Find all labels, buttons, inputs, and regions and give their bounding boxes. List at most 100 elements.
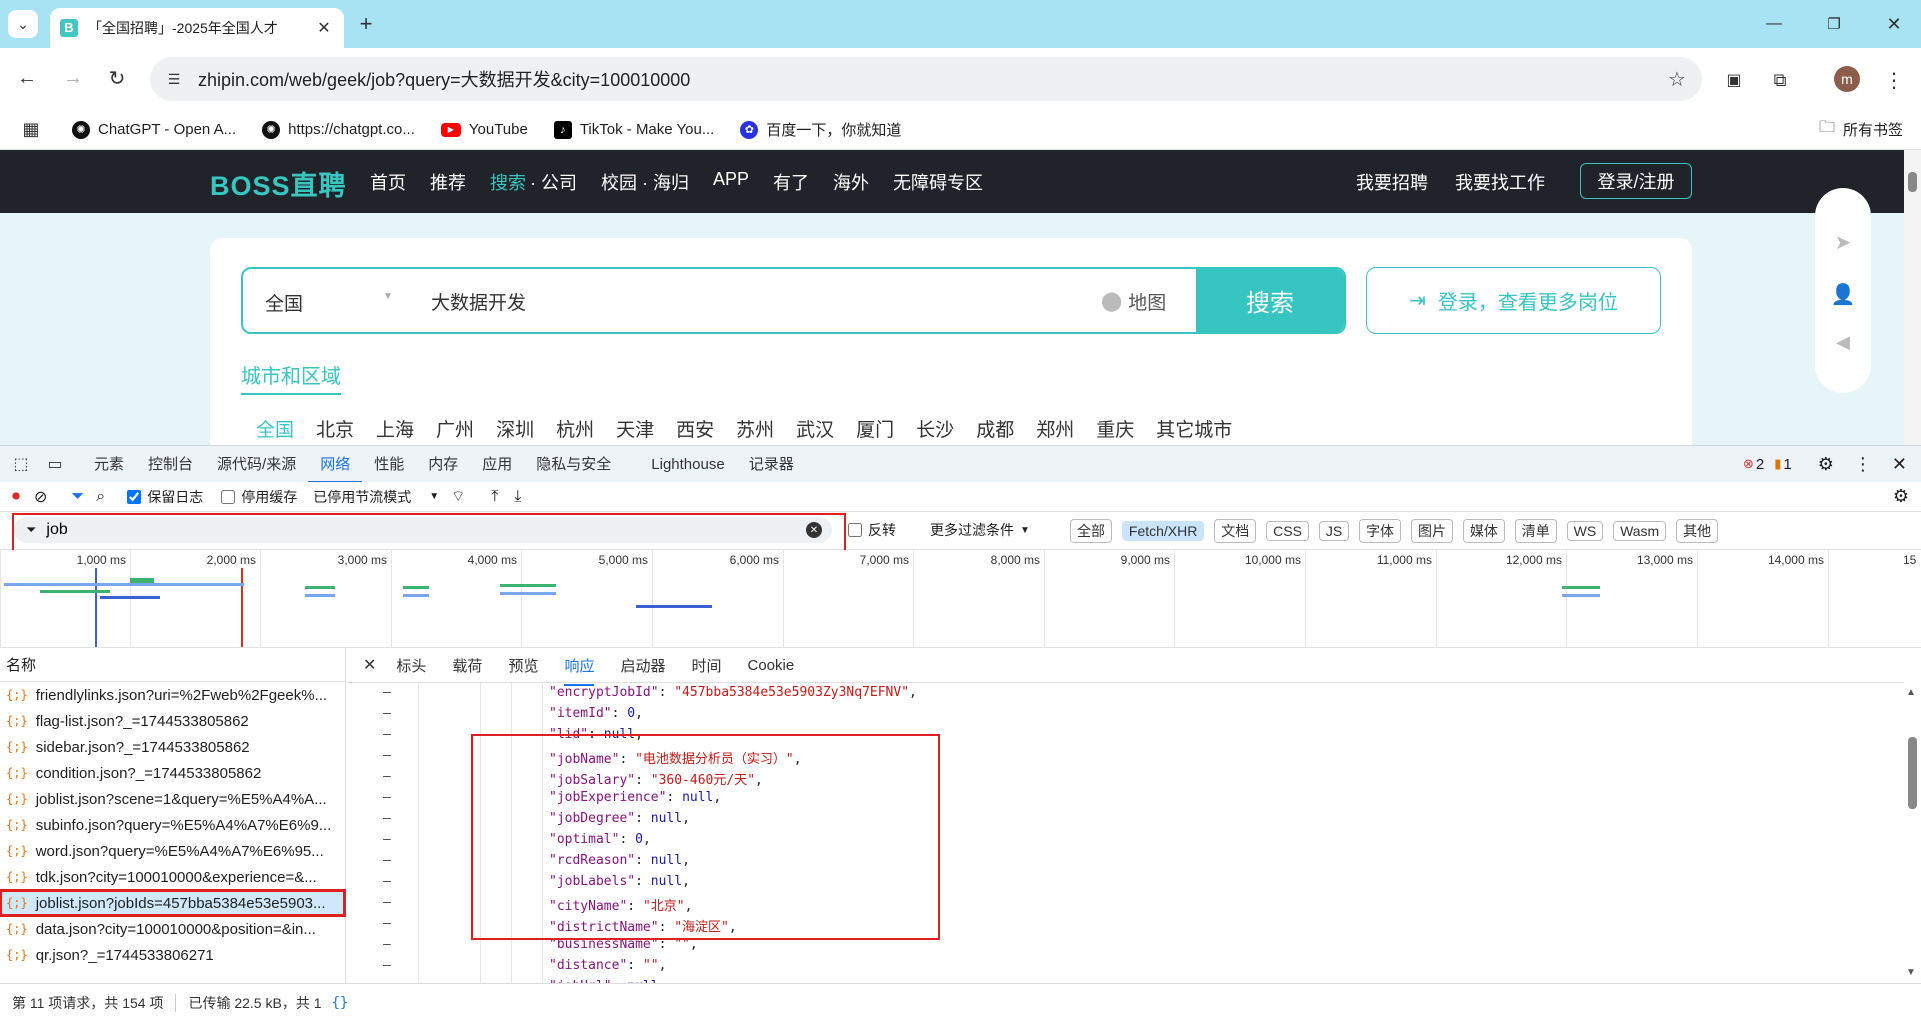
- devtools-menu-icon[interactable]: ⋮: [1854, 454, 1872, 475]
- bookmark-baidu[interactable]: ✿ 百度一下，你就知道: [740, 119, 901, 140]
- search-button[interactable]: 搜索: [1196, 269, 1344, 332]
- tab-memory[interactable]: 内存: [416, 446, 470, 483]
- type-ws[interactable]: WS: [1566, 521, 1604, 541]
- nav-accessibility[interactable]: 无障碍专区: [893, 169, 983, 195]
- import-icon[interactable]: ⤒: [491, 488, 498, 506]
- city-item[interactable]: 杭州: [556, 415, 594, 442]
- city-section-title[interactable]: 城市和区域: [241, 360, 341, 395]
- browser-tab[interactable]: B 「全国招聘」-2025年全国人才 ✕: [50, 8, 344, 48]
- type-doc[interactable]: 文档: [1214, 519, 1257, 543]
- invert-checkbox[interactable]: [848, 523, 862, 537]
- page-scrollbar[interactable]: [1904, 150, 1921, 445]
- response-scroll-thumb[interactable]: [1908, 737, 1917, 809]
- bookmark-chatgpt-url[interactable]: ✺ https://chatgpt.co...: [262, 120, 415, 139]
- scroll-down-icon[interactable]: ▼: [1906, 967, 1916, 978]
- city-item[interactable]: 上海: [376, 415, 414, 442]
- tab-payload[interactable]: 载荷: [452, 655, 482, 676]
- city-item[interactable]: 苏州: [736, 415, 774, 442]
- all-bookmarks[interactable]: 🗀 所有书签: [1819, 116, 1903, 143]
- request-row[interactable]: {;} word.json?query=%E5%A4%A7%E6%95...: [0, 838, 345, 864]
- puzzle-icon[interactable]: ⧉: [1768, 68, 1792, 92]
- user-icon[interactable]: 👤: [1831, 282, 1856, 306]
- close-detail-icon[interactable]: ✕: [363, 655, 376, 675]
- close-devtools-icon[interactable]: ✕: [1892, 454, 1907, 475]
- request-row[interactable]: {;} data.json?city=100010000&position=&in…: [0, 916, 345, 942]
- warning-count[interactable]: 1: [1783, 456, 1791, 473]
- nav-find-job[interactable]: 我要找工作: [1455, 169, 1545, 195]
- city-item[interactable]: 其它城市: [1156, 415, 1232, 442]
- tab-timing[interactable]: 时间: [691, 655, 721, 676]
- tab-lighthouse[interactable]: Lighthouse: [639, 446, 736, 483]
- scroll-up-icon[interactable]: ▲: [1906, 687, 1916, 698]
- filter-icon[interactable]: ⏷: [71, 488, 84, 506]
- forward-icon[interactable]: →: [60, 65, 86, 91]
- settings-icon[interactable]: ⚙: [1818, 454, 1834, 475]
- tab-headers[interactable]: 标头: [396, 655, 426, 676]
- city-item[interactable]: 天津: [616, 415, 654, 442]
- map-button[interactable]: ⬤ 地图: [1101, 288, 1166, 315]
- bookmark-tiktok[interactable]: ♪ TikTok - Make You...: [553, 120, 714, 139]
- more-filters-dropdown[interactable]: 更多过滤条件: [930, 520, 1014, 540]
- city-item[interactable]: 武汉: [796, 415, 834, 442]
- login-more-button[interactable]: ⇥ 登录，查看更多岗位: [1366, 267, 1661, 334]
- search-input[interactable]: [431, 281, 911, 321]
- nav-recommend[interactable]: 推荐: [430, 169, 466, 195]
- menu-icon[interactable]: ⋮: [1884, 68, 1904, 92]
- request-row[interactable]: {;} subinfo.json?query=%E5%A4%A7%E6%9...: [0, 812, 345, 838]
- city-item[interactable]: 广州: [436, 415, 474, 442]
- minimize-icon[interactable]: —: [1762, 12, 1786, 36]
- request-row[interactable]: {;} joblist.json?scene=1&query=%E5%A4%A..…: [0, 786, 345, 812]
- reload-icon[interactable]: ↻: [104, 65, 130, 91]
- request-row[interactable]: {;} condition.json?_=1744533805862: [0, 760, 345, 786]
- tab-response[interactable]: 响应: [564, 655, 595, 686]
- pretty-print-icon[interactable]: {}: [332, 995, 349, 1011]
- nav-search[interactable]: 搜索: [490, 169, 526, 195]
- city-item[interactable]: 全国: [256, 415, 294, 442]
- error-count[interactable]: 2: [1756, 456, 1764, 473]
- tab-elements[interactable]: 元素: [82, 446, 136, 483]
- city-item[interactable]: 深圳: [496, 415, 534, 442]
- request-row[interactable]: {;} qr.json?_=1744533806271: [0, 942, 345, 968]
- city-item[interactable]: 西安: [676, 415, 714, 442]
- avatar[interactable]: m: [1834, 66, 1860, 92]
- nav-home[interactable]: 首页: [370, 169, 406, 195]
- network-settings-icon[interactable]: ⚙: [1893, 486, 1909, 507]
- close-tab-icon[interactable]: ✕: [314, 18, 334, 38]
- nav-recruit[interactable]: 我要招聘: [1356, 169, 1428, 195]
- request-row[interactable]: {;} friendlylinks.json?uri=%2Fweb%2Fgeek%…: [0, 682, 345, 708]
- tab-performance[interactable]: 性能: [362, 446, 416, 483]
- response-scrollbar[interactable]: ▲ ▼: [1904, 683, 1921, 983]
- city-item[interactable]: 郑州: [1036, 415, 1074, 442]
- name-column-header[interactable]: 名称: [0, 648, 345, 682]
- nav-app[interactable]: APP: [713, 169, 749, 195]
- request-row-selected[interactable]: {;} joblist.json?jobIds=457bba5384e53e590…: [0, 889, 346, 917]
- disable-cache-checkbox[interactable]: [221, 489, 236, 504]
- request-row[interactable]: {;} tdk.json?city=100010000&experience=&.…: [0, 864, 345, 890]
- tab-privacy[interactable]: 隐私与安全: [524, 446, 623, 483]
- type-font[interactable]: 字体: [1359, 519, 1402, 543]
- bookmark-youtube[interactable]: ▶ YouTube: [440, 121, 528, 138]
- restore-icon[interactable]: ❐: [1822, 12, 1846, 36]
- tab-initiator[interactable]: 启动器: [620, 655, 665, 676]
- inspect-icon[interactable]: ⬚: [10, 454, 32, 474]
- city-item[interactable]: 厦门: [856, 415, 894, 442]
- chevron-down-icon[interactable]: ▼: [429, 491, 439, 502]
- record-stop-icon[interactable]: ⏺: [12, 488, 20, 506]
- tab-cookie[interactable]: Cookie: [748, 657, 795, 674]
- preserve-log-checkbox[interactable]: [127, 489, 142, 504]
- type-manifest[interactable]: 清单: [1514, 519, 1557, 543]
- device-toggle-icon[interactable]: ▭: [44, 454, 66, 474]
- nav-campus[interactable]: 校园 · 海归: [601, 169, 689, 195]
- nav-overseas[interactable]: 海外: [833, 169, 869, 195]
- nav-company[interactable]: · 公司: [530, 169, 577, 195]
- collapse-icon[interactable]: ◀: [1831, 330, 1855, 354]
- type-all[interactable]: 全部: [1070, 519, 1112, 543]
- tab-application[interactable]: 应用: [470, 446, 524, 483]
- new-tab-icon[interactable]: +: [354, 11, 378, 36]
- type-img[interactable]: 图片: [1410, 519, 1453, 543]
- send-icon[interactable]: ➤: [1831, 230, 1855, 254]
- type-css[interactable]: CSS: [1266, 521, 1309, 541]
- type-other[interactable]: 其他: [1676, 519, 1719, 543]
- city-item[interactable]: 重庆: [1096, 415, 1134, 442]
- type-media[interactable]: 媒体: [1462, 519, 1505, 543]
